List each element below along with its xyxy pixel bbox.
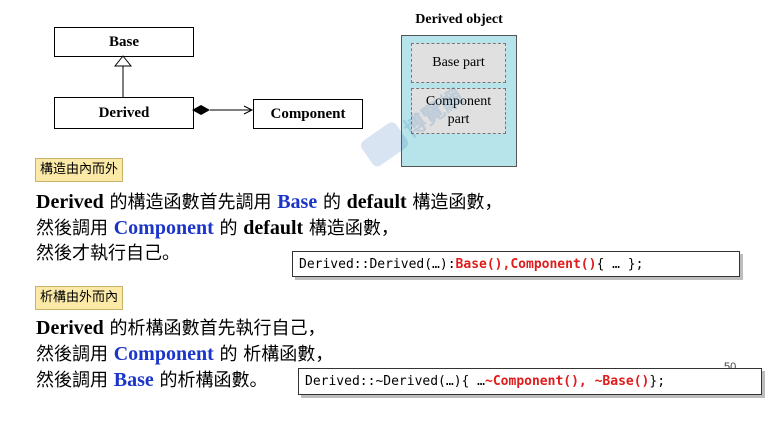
construct-line-1: Derived 的構造函數首先調用 Base 的 default 構造函數， [36, 189, 502, 216]
constructor-code-suffix: { … }; [596, 256, 644, 272]
inheritance-arrowhead [113, 55, 133, 67]
constructor-code-box: Derived::Derived(…): Base(),Component() … [292, 251, 740, 277]
construct-line-2-of: 的 [213, 218, 244, 239]
constructor-code-init-list: Base(),Component() [455, 256, 597, 272]
construct-line-2-start: 然後調用 [36, 218, 114, 239]
watermark-text: 博覽網 [399, 84, 465, 143]
construct-line-1-base: Base [277, 191, 318, 213]
constructor-code-prefix: Derived::Derived(…): [299, 256, 456, 272]
destructor-code-prefix: Derived::~Derived(…){ … [305, 374, 486, 389]
composition-diamond [192, 105, 210, 115]
construct-line-1-of: 的 [317, 192, 347, 213]
destruct-line-2-component: Component [113, 343, 214, 365]
construct-line-1-default: default [346, 191, 407, 213]
destruct-line-2-end: 的 析構函數， [213, 344, 334, 365]
construct-line-2-end: 構造函數， [303, 218, 399, 239]
construct-line-1-text: 的構造函數首先調用 [103, 192, 278, 213]
destruct-line-2: 然後調用 Component 的 析構函數， [36, 341, 333, 368]
construct-tag: 構造由內而外 [35, 158, 124, 182]
destruct-line-1: Derived 的析構函數首先執行自己， [36, 315, 326, 342]
destruct-tag: 析構由外而內 [35, 286, 124, 310]
destructor-code-box: Derived::~Derived(…){ … ~Component(), ~B… [298, 368, 762, 395]
object-panel-title: Derived object [415, 12, 503, 27]
destructor-code-suffix: }; [649, 374, 666, 389]
construct-line-1-derived: Derived [36, 191, 104, 213]
construct-line-1-end: 構造函數， [406, 192, 503, 213]
destruct-line-3-end: 的析構函數。 [153, 370, 268, 391]
destruct-line-2-start: 然後調用 [36, 344, 114, 365]
destruct-line-1-text: 的析構函數首先執行自己， [103, 318, 326, 339]
construct-line-2-default: default [243, 217, 304, 239]
construct-line-3: 然後才執行自己。 [36, 243, 180, 264]
construct-line-2-component: Component [113, 217, 214, 239]
destruct-line-3-start: 然後調用 [36, 370, 114, 391]
destruct-line-1-derived: Derived [36, 317, 104, 339]
destructor-code-calls: ~Component(), ~Base() [485, 374, 650, 389]
destruct-line-3-base: Base [113, 369, 154, 391]
construct-line-2: 然後調用 Component 的 default 構造函數， [36, 215, 399, 242]
destruct-line-3: 然後調用 Base 的析構函數。 [36, 367, 267, 394]
watermark-logo: 博覽網 [361, 84, 465, 167]
